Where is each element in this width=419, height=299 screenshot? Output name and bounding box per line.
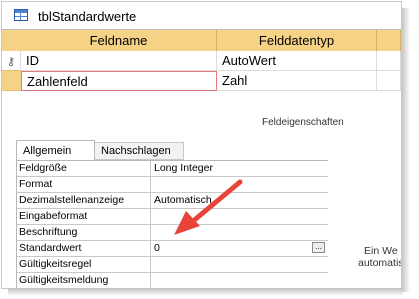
red-arrow-icon <box>174 179 243 235</box>
window-shadow-right <box>401 8 410 292</box>
window-shadow-bottom <box>8 288 403 296</box>
table-design-window: tblStandardwerte Feldname Felddatentyp ⚷… <box>1 1 402 289</box>
